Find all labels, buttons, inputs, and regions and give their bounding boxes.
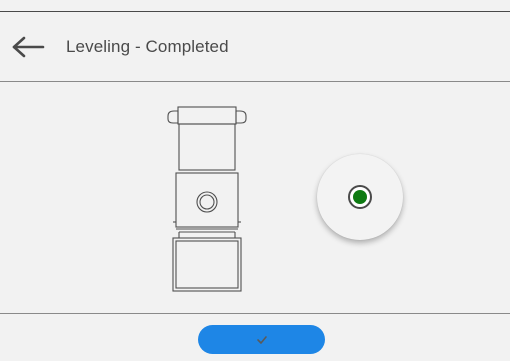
bubble-ring: [348, 185, 372, 209]
checkmark-icon: [256, 335, 267, 344]
page-title: Leveling - Completed: [66, 36, 229, 56]
level-bubble-green: [353, 190, 367, 204]
leveling-screen: Leveling - Completed: [0, 0, 510, 361]
confirm-button[interactable]: [198, 325, 325, 354]
arrow-left-icon: [12, 36, 45, 57]
scale-device-icon: [167, 106, 247, 292]
main-content: [0, 82, 510, 313]
back-button[interactable]: [8, 27, 48, 67]
bubble-level-indicator: [317, 154, 403, 240]
footer-divider: [0, 313, 510, 314]
header-bar: Leveling - Completed: [0, 12, 510, 81]
